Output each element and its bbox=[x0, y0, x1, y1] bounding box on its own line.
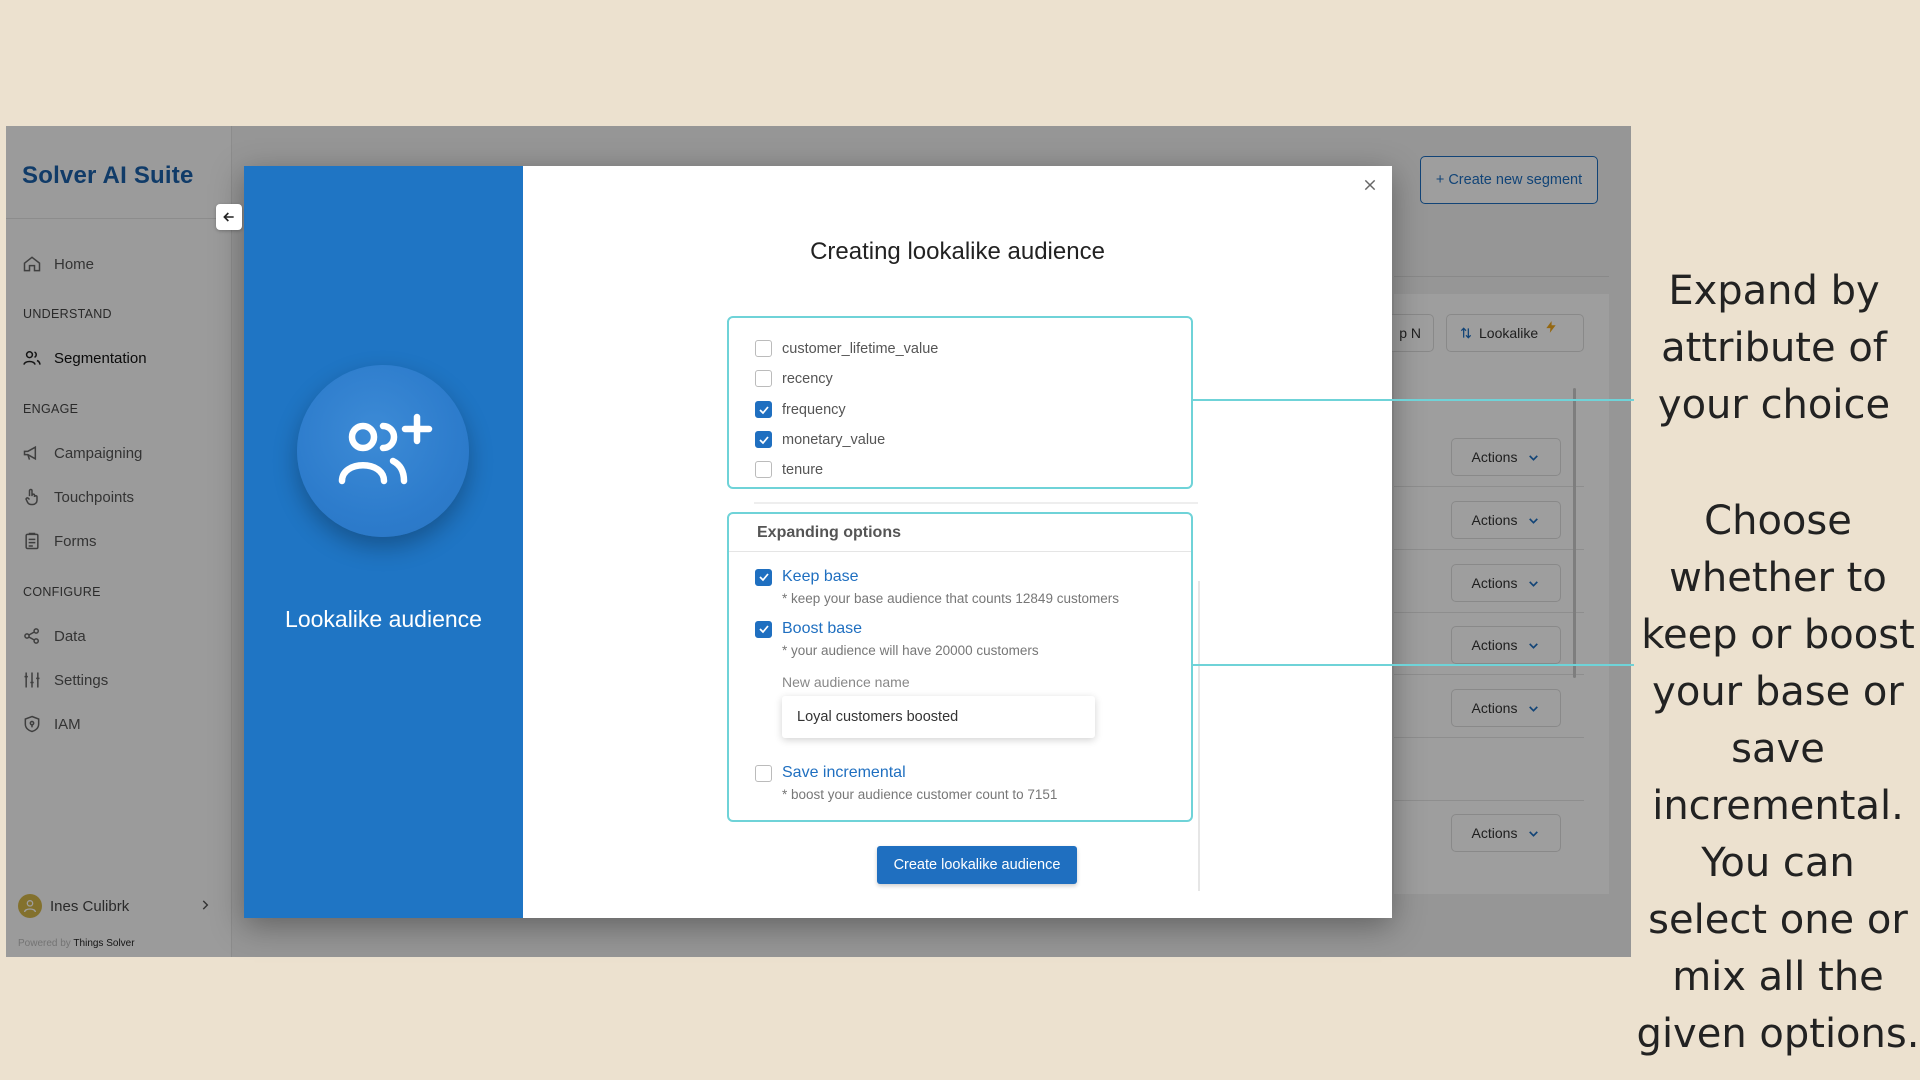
check-icon bbox=[758, 573, 769, 582]
create-lookalike-button[interactable]: Create lookalike audience bbox=[877, 846, 1077, 884]
attribute-label: recency bbox=[782, 370, 833, 387]
attribute-row[interactable]: customer_lifetime_value bbox=[755, 340, 938, 357]
options-heading: Expanding options bbox=[757, 524, 901, 541]
option-note: * keep your base audience that counts 12… bbox=[782, 591, 1119, 606]
checkbox-checked[interactable] bbox=[755, 431, 772, 448]
keep-base-option[interactable]: Keep base bbox=[755, 568, 859, 586]
check-icon bbox=[758, 405, 769, 414]
callout-options: Choose whether to keep or boost your bas… bbox=[1636, 498, 1920, 1057]
boost-base-option[interactable]: Boost base bbox=[755, 620, 862, 638]
checkbox-checked[interactable] bbox=[755, 568, 772, 586]
divider bbox=[729, 551, 1191, 552]
attribute-label: tenure bbox=[782, 461, 824, 478]
modal-title: Creating lookalike audience bbox=[810, 238, 1105, 265]
save-incremental-option[interactable]: Save incremental bbox=[755, 764, 906, 782]
check-icon bbox=[758, 435, 769, 444]
option-title: Boost base bbox=[782, 620, 863, 637]
add-users-icon bbox=[338, 413, 433, 485]
collapse-sidebar-button[interactable] bbox=[216, 204, 242, 230]
arrow-left-icon bbox=[223, 212, 234, 222]
check-icon bbox=[758, 625, 769, 634]
connector-line bbox=[1193, 399, 1634, 401]
option-note: * boost your audience customer count to … bbox=[782, 787, 1058, 802]
checkbox[interactable] bbox=[755, 370, 772, 387]
attribute-row[interactable]: monetary_value bbox=[755, 431, 885, 448]
option-title: Save incremental bbox=[782, 764, 906, 781]
checkbox-checked[interactable] bbox=[755, 401, 772, 418]
divider bbox=[754, 502, 1198, 504]
divider bbox=[1198, 581, 1200, 891]
attribute-label: customer_lifetime_value bbox=[782, 340, 939, 357]
checkbox-checked[interactable] bbox=[755, 620, 772, 638]
close-button[interactable] bbox=[1359, 174, 1381, 196]
expanding-options-box: Expanding options Keep base * keep your … bbox=[727, 512, 1193, 822]
attribute-label: frequency bbox=[782, 401, 846, 418]
hero-label: Lookalike audience bbox=[285, 606, 482, 632]
attribute-row[interactable]: frequency bbox=[755, 401, 846, 418]
attribute-label: monetary_value bbox=[782, 431, 886, 448]
lookalike-modal: Lookalike audience Creating lookalike au… bbox=[244, 166, 1392, 918]
audience-name-label: New audience name bbox=[782, 674, 910, 690]
attribute-row[interactable]: recency bbox=[755, 370, 833, 387]
connector-line bbox=[1193, 664, 1634, 666]
checkbox[interactable] bbox=[755, 461, 772, 478]
checkbox[interactable] bbox=[755, 340, 772, 357]
audience-name-input[interactable]: Loyal customers boosted bbox=[782, 696, 1095, 738]
attribute-row[interactable]: tenure bbox=[755, 461, 823, 478]
option-title: Keep base bbox=[782, 568, 859, 585]
option-note: * your audience will have 20000 customer… bbox=[782, 643, 1039, 658]
modal-hero-panel: Lookalike audience bbox=[244, 166, 523, 918]
checkbox[interactable] bbox=[755, 764, 772, 782]
callout-attributes: Expand by attribute of your choice bbox=[1657, 268, 1891, 428]
hero-circle bbox=[297, 365, 469, 537]
close-icon bbox=[1364, 179, 1376, 191]
attributes-box: customer_lifetime_value recency frequenc… bbox=[727, 316, 1193, 489]
